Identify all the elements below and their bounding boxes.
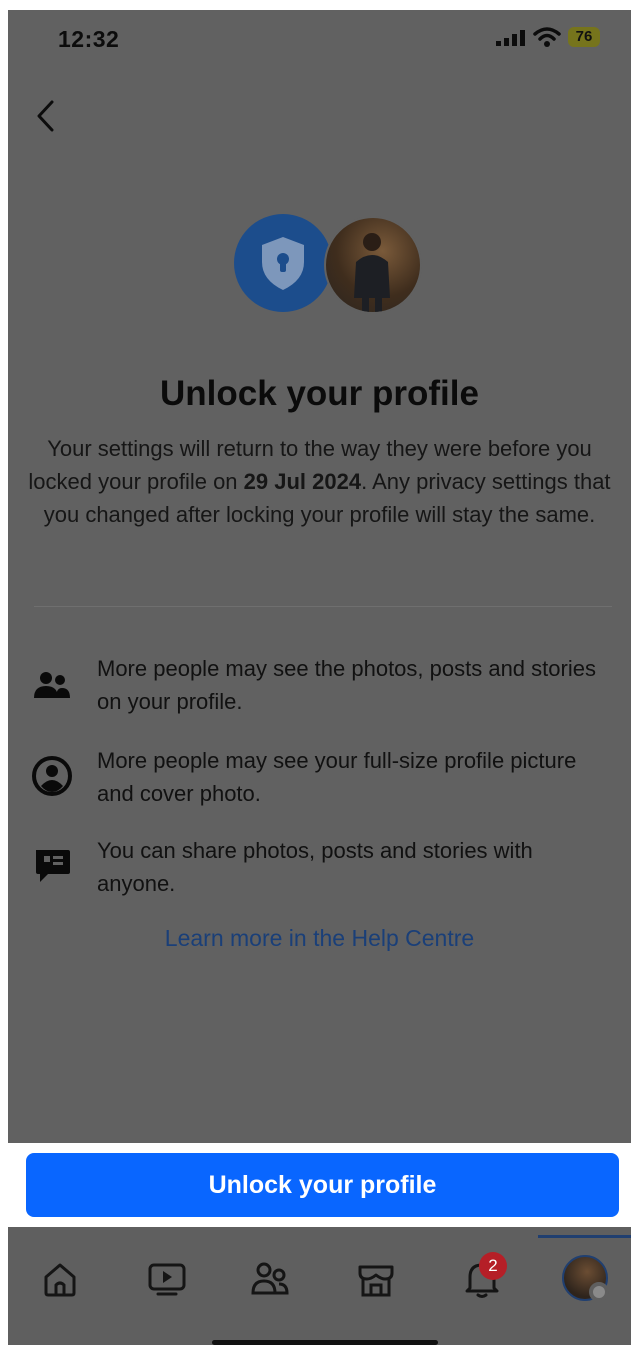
- info-item-text: More people may see the photos, posts an…: [97, 656, 596, 714]
- home-icon: [44, 1263, 76, 1297]
- page-title: Unlock your profile: [160, 374, 479, 413]
- share-icon: [36, 850, 70, 882]
- unlock-profile-button[interactable]: Unlock your profile: [26, 1153, 619, 1217]
- active-tab-indicator: [538, 1235, 631, 1238]
- tab-video[interactable]: [145, 1257, 189, 1301]
- help-centre-link[interactable]: Learn more in the Help Centre: [8, 925, 631, 952]
- profile-picture-icon: [32, 756, 72, 796]
- bottom-action-area: Unlock your profile: [8, 1143, 631, 1227]
- back-arrow-icon[interactable]: [32, 98, 62, 134]
- hero-illustration: [234, 214, 422, 314]
- shield-lock-icon: [262, 237, 304, 290]
- page-description: Your settings will return to the way the…: [28, 432, 611, 531]
- friends-icon: [251, 1262, 289, 1295]
- tab-profile[interactable]: [562, 1255, 609, 1302]
- signal-icon: [496, 30, 525, 46]
- video-icon: [148, 1263, 186, 1296]
- status-bar: 12:32 76: [8, 10, 631, 70]
- tab-bar: [8, 1227, 631, 1345]
- tab-marketplace[interactable]: [354, 1257, 398, 1301]
- home-indicator: [212, 1340, 438, 1345]
- profile-avatar: [324, 216, 422, 314]
- lock-shield-badge: [234, 214, 332, 312]
- marketplace-icon: [358, 1265, 394, 1297]
- battery-indicator: 76: [568, 27, 600, 47]
- status-time: 12:32: [58, 26, 120, 52]
- info-item-text: You can share photos, posts and stories …: [97, 838, 533, 896]
- screen: 12:32 76 Unlock your profile Your settin…: [8, 10, 631, 1345]
- notification-count-badge: 2: [479, 1252, 507, 1280]
- person-silhouette: [354, 233, 390, 312]
- divider: [34, 606, 612, 607]
- lock-date: 29 Jul 2024: [243, 469, 362, 494]
- info-item-text: More people may see your full-size profi…: [97, 748, 577, 806]
- tab-friends[interactable]: [248, 1257, 292, 1301]
- wifi-icon: [533, 27, 561, 47]
- tab-home[interactable]: [38, 1257, 82, 1301]
- profile-avatar-icon: [562, 1255, 609, 1302]
- people-icon: [34, 672, 70, 698]
- profile-menu-dot: [589, 1282, 609, 1302]
